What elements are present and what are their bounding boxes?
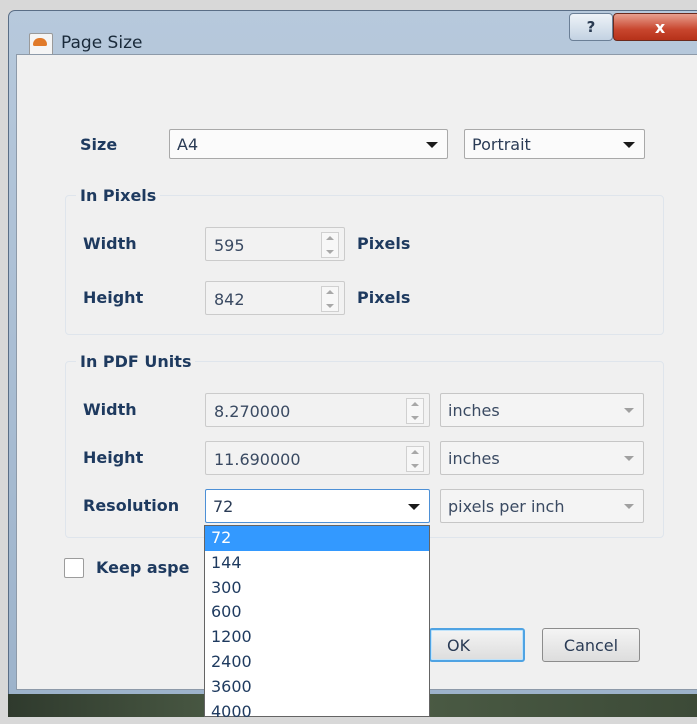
- size-select-value: A4: [177, 135, 199, 154]
- pixel-width-spinbox[interactable]: 595: [205, 227, 345, 261]
- resolution-dropdown-list[interactable]: 72 144 300 600 1200 2400 3600 4000: [204, 525, 430, 721]
- pixel-height-unit: Pixels: [357, 288, 411, 307]
- spinner-arrows-icon[interactable]: [321, 286, 339, 312]
- pdf-height-value: 11.690000: [214, 450, 301, 469]
- ok-button[interactable]: OK: [429, 628, 525, 662]
- chevron-down-icon: [623, 142, 635, 148]
- in-pixels-group: [65, 195, 664, 335]
- resolution-option[interactable]: 600: [205, 600, 429, 625]
- spinner-arrows-icon[interactable]: [406, 446, 424, 472]
- pixel-width-unit: Pixels: [357, 234, 411, 253]
- resolution-unit-select[interactable]: pixels per inch: [440, 489, 644, 523]
- chevron-down-icon: [624, 504, 634, 509]
- pdf-width-unit-select[interactable]: inches: [440, 393, 644, 427]
- resolution-option[interactable]: 1200: [205, 625, 429, 650]
- window-title: Page Size: [61, 33, 143, 53]
- close-button[interactable]: x: [613, 13, 697, 41]
- help-button[interactable]: ?: [569, 13, 613, 41]
- pdf-height-spinbox[interactable]: 11.690000: [205, 441, 430, 475]
- pixel-height-label: Height: [83, 288, 144, 307]
- cancel-button[interactable]: Cancel: [542, 628, 640, 662]
- pdf-width-label: Width: [83, 400, 137, 419]
- size-select[interactable]: A4: [169, 129, 448, 159]
- pdf-width-spinbox[interactable]: 8.270000: [205, 393, 430, 427]
- in-pdf-units-title: In PDF Units: [76, 352, 196, 371]
- chevron-down-icon: [624, 456, 634, 461]
- keep-aspect-label: Keep aspe: [96, 558, 190, 577]
- resolution-option[interactable]: 144: [205, 551, 429, 576]
- resolution-select-value: 72: [213, 497, 234, 516]
- resolution-option[interactable]: 4000: [205, 700, 429, 724]
- pixel-width-label: Width: [83, 234, 137, 253]
- orientation-select[interactable]: Portrait: [464, 129, 645, 159]
- resolution-option[interactable]: 72: [205, 526, 429, 551]
- pixel-height-value: 842: [214, 290, 245, 309]
- spinner-arrows-icon[interactable]: [321, 232, 339, 258]
- in-pixels-title: In Pixels: [76, 186, 161, 205]
- pdf-height-label: Height: [83, 448, 144, 467]
- keep-aspect-checkbox[interactable]: [64, 558, 84, 578]
- resolution-select[interactable]: 72: [205, 489, 430, 523]
- pixel-width-value: 595: [214, 236, 245, 255]
- resolution-option[interactable]: 3600: [205, 675, 429, 700]
- size-label: Size: [80, 135, 118, 154]
- pdf-width-value: 8.270000: [214, 402, 291, 421]
- chevron-down-icon: [426, 142, 438, 148]
- resolution-unit-value: pixels per inch: [448, 497, 565, 516]
- pdf-width-unit-value: inches: [448, 401, 500, 420]
- chevron-down-icon: [408, 504, 420, 510]
- resolution-label: Resolution: [83, 496, 180, 515]
- spinner-arrows-icon[interactable]: [406, 398, 424, 424]
- orientation-select-value: Portrait: [472, 135, 531, 154]
- resolution-option[interactable]: 2400: [205, 650, 429, 675]
- chevron-down-icon: [624, 408, 634, 413]
- pdf-height-unit-value: inches: [448, 449, 500, 468]
- resolution-option[interactable]: 300: [205, 576, 429, 601]
- pixel-height-spinbox[interactable]: 842: [205, 281, 345, 315]
- pdf-height-unit-select[interactable]: inches: [440, 441, 644, 475]
